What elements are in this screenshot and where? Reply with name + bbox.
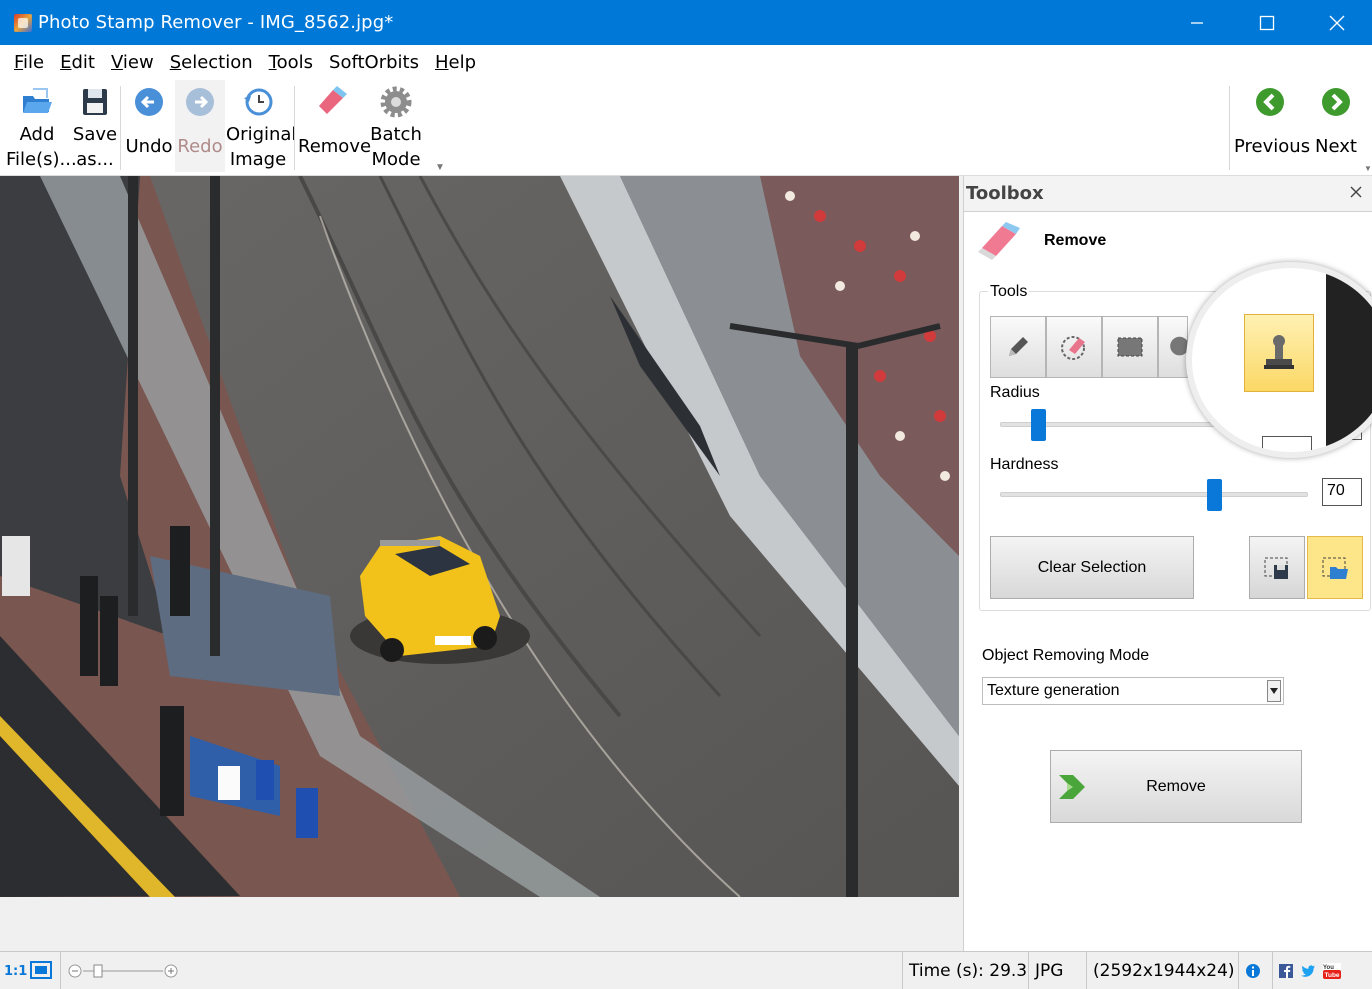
original-image-button[interactable]: Original Image [226,80,296,172]
gear-icon [380,86,412,118]
minimize-button[interactable] [1162,0,1232,45]
svg-text:Tube: Tube [1325,972,1340,979]
save-selection-icon [1264,557,1288,579]
toolbar-overflow-right-icon[interactable]: ▼ [1364,164,1372,173]
undo-arrow-icon [135,88,163,116]
menu-tools[interactable]: Tools [261,52,321,73]
close-icon [1329,15,1345,30]
add-files-button[interactable]: Add File(s)... [6,80,77,172]
menu-view[interactable]: View [103,52,162,73]
menu-file[interactable]: File [6,52,52,73]
tools-label: Tools [988,283,1030,301]
minimize-icon [1191,21,1203,24]
object-removing-mode-select[interactable]: Texture generation [982,677,1284,705]
toolbar-overflow-icon[interactable]: ▼ [435,162,445,173]
close-window-button[interactable] [1302,0,1372,45]
maximize-button[interactable] [1232,0,1302,45]
magic-eraser-tool-button[interactable] [1046,316,1102,378]
file-format: JPG [1028,952,1086,989]
image-canvas[interactable] [0,176,960,951]
youtube-icon[interactable]: You Tube [1323,963,1341,979]
menu-softorbits[interactable]: SoftOrbits [321,52,427,73]
menu-edit[interactable]: Edit [52,52,103,73]
zoom-ratio-button[interactable]: 1:1 [4,952,27,989]
mode-select-value: Texture generation [987,682,1120,699]
load-selection-icon [1322,557,1348,579]
magnified-radius-box [1262,436,1312,452]
window-title: Photo Stamp Remover - IMG_8562.jpg* [38,12,394,33]
info-icon [1246,964,1260,978]
undo-button[interactable]: Undo [124,80,174,172]
hardness-label: Hardness [990,456,1059,473]
image-dimensions: (2592x1944x24) [1086,952,1238,989]
processing-time: Time (s): 29.3 [902,952,1028,989]
rect-selection-tool-button[interactable] [1102,316,1158,378]
next-arrow-icon [1322,88,1350,116]
remove-button-label: Remove [1146,777,1206,795]
clear-selection-button[interactable]: Clear Selection [990,536,1194,599]
remove-section-title: Remove [1044,232,1107,249]
remove-section-header: Remove [978,222,1106,260]
clear-selection-label: Clear Selection [1037,558,1147,576]
clone-stamp-icon [1264,335,1294,369]
save-selection-button[interactable] [1249,536,1305,599]
floppy-disk-icon [83,89,107,115]
remove-toolbar-button[interactable]: Remove [298,80,371,172]
info-button[interactable] [1238,952,1272,989]
fit-to-window-icon[interactable] [30,961,52,979]
close-toolbox-icon[interactable] [1348,184,1364,200]
photo[interactable] [0,176,959,897]
hardness-slider[interactable] [1000,479,1308,511]
previous-arrow-icon [1256,88,1284,116]
eraser-icon [319,86,347,114]
next-button[interactable]: Next [1310,80,1362,172]
batch-mode-button[interactable]: Batch Mode [368,80,424,172]
redo-arrow-icon [186,88,214,116]
zoom-slider-cell [60,952,186,989]
pencil-tool-button[interactable] [990,316,1046,378]
green-arrow-icon [1059,775,1085,799]
menu-help[interactable]: Help [427,52,484,73]
pencil-icon [1009,337,1028,356]
eraser-icon [978,222,1020,260]
object-removing-mode-label: Object Removing Mode [982,647,1150,664]
zoom-ratio-label: 1:1 [4,963,28,979]
radius-slider-thumb[interactable] [1030,409,1046,441]
twitter-icon[interactable] [1301,965,1315,977]
magic-eraser-icon [1061,336,1085,360]
zoom-slider[interactable] [67,961,179,981]
magnifier-dark-edge [1326,268,1372,452]
remove-button[interactable]: Remove [1050,750,1302,823]
social-links: You Tube [1272,952,1372,989]
previous-button[interactable]: Previous [1234,80,1310,172]
clone-stamp-tool-button[interactable] [1244,314,1314,392]
facebook-icon[interactable] [1279,964,1293,978]
toolbox-title: Toolbox [966,183,1044,204]
rectangle-selection-icon [1117,337,1143,357]
lasso-tool-button[interactable] [1158,316,1188,378]
status-bar: 1:1 Time (s): 29.3 JPG (2592x1944x24) Yo… [0,951,1372,989]
redo-button[interactable]: Redo [175,80,225,172]
title-bar: Photo Stamp Remover - IMG_8562.jpg* [0,0,1372,45]
app-icon [14,13,32,32]
toolbar: Add File(s)... Save as... Undo Redo Orig… [0,80,1372,176]
race-track-photo [0,176,959,897]
save-as-button[interactable]: Save as... [70,80,120,172]
maximize-icon [1259,15,1275,30]
dropdown-arrow-icon[interactable] [1267,680,1281,702]
clock-history-icon [244,88,273,116]
menu-bar: File Edit View Selection Tools SoftOrbit… [0,45,1372,80]
hardness-slider-thumb[interactable] [1206,479,1222,511]
toolbox-header: Toolbox [964,176,1372,212]
menu-selection[interactable]: Selection [162,52,261,73]
lasso-icon [1170,336,1187,356]
hardness-value-input[interactable]: 70 [1322,478,1362,506]
open-folder-icon [23,88,52,113]
radius-label: Radius [990,384,1040,401]
load-selection-button[interactable] [1307,536,1363,599]
